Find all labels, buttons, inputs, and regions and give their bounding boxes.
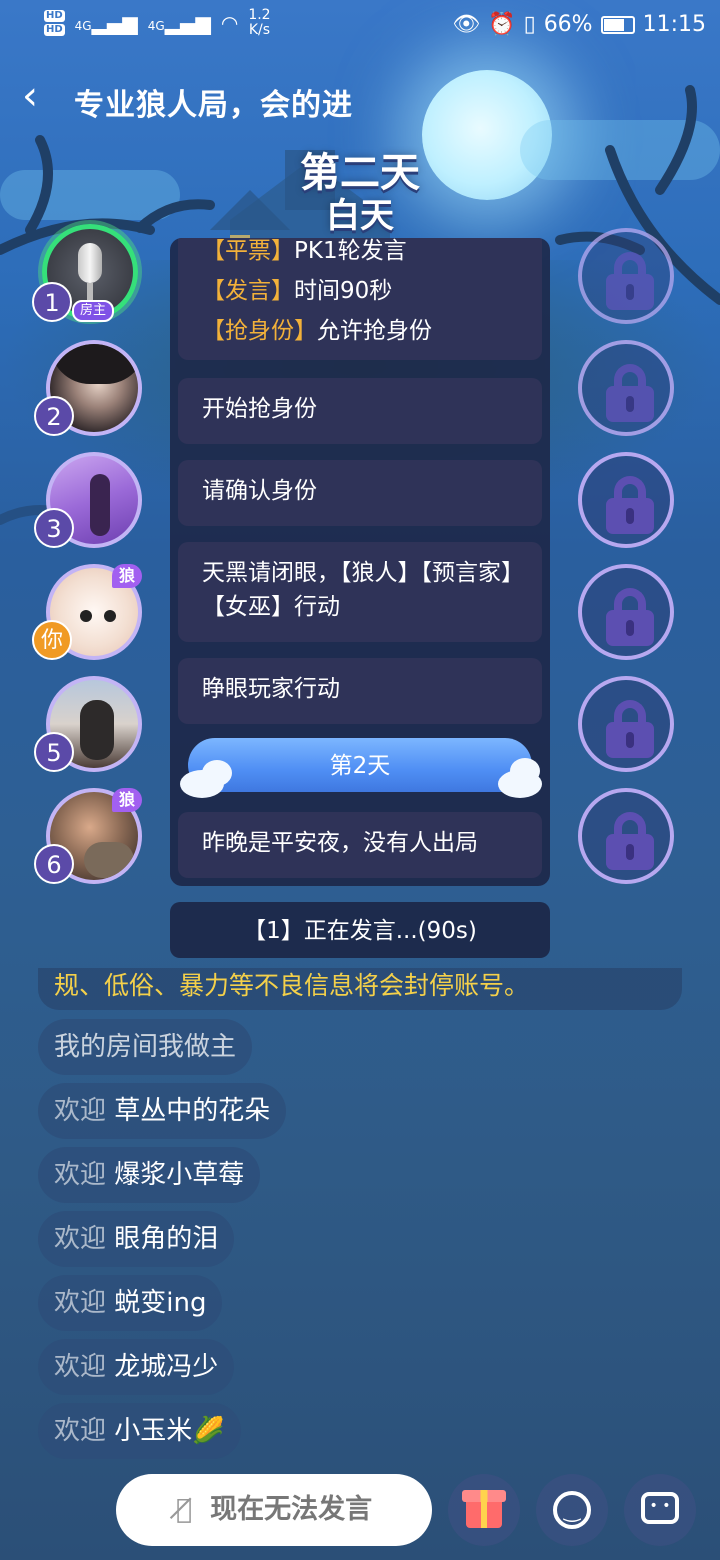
avatar bbox=[50, 344, 138, 384]
seat-number: 2 bbox=[34, 396, 74, 436]
chat-message: 欢迎 草丛中的花朵 bbox=[38, 1083, 287, 1139]
hd-indicator: HD bbox=[44, 24, 65, 36]
gift-button[interactable] bbox=[448, 1474, 520, 1546]
speaking-status: 【1】正在发言...(90s) bbox=[170, 902, 550, 958]
wifi-icon: ◠ bbox=[220, 11, 239, 35]
message-button[interactable]: • • bbox=[624, 1474, 696, 1546]
log-message: 天黑请闭眼，【狼人】【预言家】【女巫】行动 bbox=[178, 542, 542, 642]
avatar bbox=[104, 610, 116, 622]
eye-icon: 👁 bbox=[452, 12, 481, 37]
microphone-avatar-icon bbox=[87, 283, 93, 301]
hd-indicator: HD bbox=[44, 10, 65, 22]
chat-message: 欢迎 蜕变ing bbox=[38, 1275, 223, 1331]
avatar bbox=[84, 842, 134, 878]
status-bar: HD HD 4G▂▄▆ 4G▂▄▆ ◠ 1.2 K/s 👁 ⏰ ▯ 66% 11:… bbox=[0, 0, 720, 50]
game-log-panel[interactable]: 【平票】PK1轮发言 【发言】时间90秒 【抢身份】允许抢身份 开始抢身份 请确… bbox=[170, 238, 550, 886]
chat-message: 欢迎 小玉米🌽 bbox=[38, 1403, 241, 1459]
avatar bbox=[80, 700, 114, 760]
speak-button-label: 现在无法发言 bbox=[210, 1494, 373, 1525]
log-message: 睁眼玩家行动 bbox=[178, 658, 542, 724]
locked-seat-9[interactable] bbox=[578, 452, 674, 548]
chat-message: 欢迎 龙城冯少 bbox=[38, 1339, 235, 1395]
cloud-decoration bbox=[202, 760, 232, 786]
host-badge: 房主 bbox=[72, 300, 115, 322]
seat-number: 5 bbox=[34, 732, 74, 772]
microphone-avatar-icon bbox=[78, 243, 102, 283]
message-icon: • • bbox=[641, 1492, 679, 1524]
battery-icon bbox=[600, 15, 635, 34]
gift-icon bbox=[466, 1498, 502, 1528]
log-message: 请确认身份 bbox=[178, 460, 542, 526]
seat-number: 1 bbox=[32, 282, 72, 322]
seat-number-you: 你 bbox=[32, 620, 72, 660]
emoji-button[interactable]: ‿ bbox=[536, 1474, 608, 1546]
locked-seat-11[interactable] bbox=[578, 676, 674, 772]
lock-icon bbox=[626, 508, 634, 524]
chat-message: 欢迎 眼角的泪 bbox=[38, 1211, 235, 1267]
locked-seat-7[interactable] bbox=[578, 228, 674, 324]
battery-percent: 66% bbox=[543, 12, 593, 37]
system-notice: 规、低俗、暴力等不良信息将会封停账号。 bbox=[38, 968, 682, 1010]
chat-message: 欢迎 爆浆小草莓 bbox=[38, 1147, 261, 1203]
network-speed: 1.2 K/s bbox=[248, 7, 271, 38]
signal-icon: 4G▂▄▆ bbox=[147, 11, 211, 35]
wolf-role-badge: 狼 bbox=[112, 564, 143, 588]
chat-message: 我的房间我做主 bbox=[38, 1019, 253, 1075]
avatar bbox=[90, 474, 110, 536]
mic-muted-icon: 🎙̸ bbox=[175, 1494, 193, 1525]
lock-icon bbox=[626, 396, 634, 412]
seat-number: 6 bbox=[34, 844, 74, 884]
lock-icon bbox=[626, 732, 634, 748]
cloud-decoration bbox=[510, 758, 540, 784]
lock-icon bbox=[626, 284, 634, 300]
seat-number: 3 bbox=[34, 508, 74, 548]
emoji-icon: ‿ bbox=[553, 1491, 591, 1529]
gift-icon bbox=[462, 1490, 506, 1502]
clock: 11:15 bbox=[642, 12, 706, 37]
signal-icon: 4G▂▄▆ bbox=[74, 11, 138, 35]
room-title: 专业狼人局，会的进 bbox=[74, 88, 353, 123]
day-banner: 第2天 bbox=[188, 738, 532, 792]
speak-button[interactable]: 🎙̸ 现在无法发言 bbox=[116, 1474, 432, 1546]
locked-seat-10[interactable] bbox=[578, 564, 674, 660]
day-banner-label: 第2天 bbox=[329, 753, 391, 779]
lock-icon bbox=[626, 620, 634, 636]
log-message: 【平票】PK1轮发言 【发言】时间90秒 【抢身份】允许抢身份 bbox=[178, 238, 542, 360]
locked-seat-12[interactable] bbox=[578, 788, 674, 884]
wolf-role-badge: 狼 bbox=[112, 788, 143, 812]
back-icon[interactable]: ‹ bbox=[22, 76, 38, 116]
vibrate-icon: ▯ bbox=[523, 12, 536, 37]
alarm-icon: ⏰ bbox=[488, 12, 516, 37]
log-message: 昨晚是平安夜，没有人出局 bbox=[178, 812, 542, 878]
locked-seat-8[interactable] bbox=[578, 340, 674, 436]
log-message: 开始抢身份 bbox=[178, 378, 542, 444]
lock-icon bbox=[626, 844, 634, 860]
avatar bbox=[80, 610, 92, 622]
system-notice-text: 规、低俗、暴力等不良信息将会封停账号。 bbox=[54, 971, 530, 1000]
